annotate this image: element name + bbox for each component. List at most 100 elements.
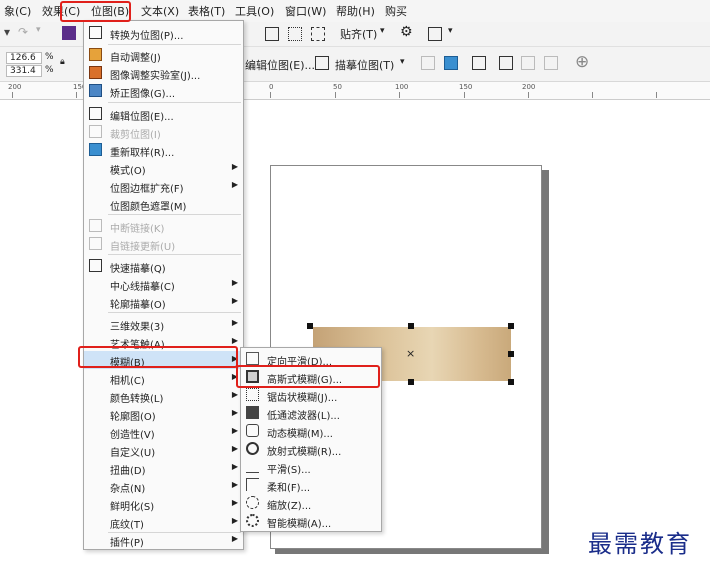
- menu-tools[interactable]: 工具(O): [235, 3, 274, 19]
- submenu-item-soften[interactable]: 柔和(F)...: [241, 476, 381, 494]
- update-link-icon[interactable]: [544, 56, 558, 70]
- menu-item-sharpen[interactable]: 鲜明化(S) ▶: [84, 495, 243, 513]
- menu-item-crop-bitmap[interactable]: 裁剪位图(I): [84, 123, 243, 141]
- menu-item-3d-effects[interactable]: 三维效果(3) ▶: [84, 315, 243, 333]
- break-link-icon: [89, 219, 102, 232]
- trace-dropdown-icon[interactable]: ▾: [400, 57, 405, 67]
- menu-item-straighten-image[interactable]: 矫正图像(G)...: [84, 82, 243, 100]
- menu-item-contour[interactable]: 轮廓图(O) ▶: [84, 405, 243, 423]
- import-icon[interactable]: [62, 26, 76, 40]
- bitmap-border-icon[interactable]: [472, 56, 486, 70]
- submenu-item-motion-blur[interactable]: 动态模糊(M)...: [241, 422, 381, 440]
- redo-icon[interactable]: ↷: [18, 25, 28, 39]
- submenu-arrow-icon: ▶: [231, 278, 238, 287]
- submenu-item-jaggy-despeckle[interactable]: 锯齿状模糊(J)...: [241, 386, 381, 404]
- selection-handle[interactable]: [508, 379, 514, 385]
- bitmap-color-mask-icon[interactable]: [499, 56, 513, 70]
- auto-adjust-icon: [89, 48, 102, 61]
- crop-bitmap-icon[interactable]: [421, 56, 435, 70]
- annotation-box-blur-item: [78, 346, 238, 368]
- submenu-arrow-icon: ▶: [231, 426, 238, 435]
- menu-item-auto-adjust[interactable]: 自动调整(J): [84, 46, 243, 64]
- submenu-arrow-icon: ▶: [231, 336, 238, 345]
- straighten-image-icon: [89, 84, 102, 97]
- menu-item-texture[interactable]: 底纹(T) ▶: [84, 513, 243, 531]
- snap-dropdown-icon[interactable]: ▾: [380, 26, 385, 36]
- selection-handle[interactable]: [307, 323, 313, 329]
- submenu-arrow-icon: ▶: [231, 444, 238, 453]
- menu-item-noise[interactable]: 杂点(N) ▶: [84, 477, 243, 495]
- menu-window[interactable]: 窗口(W): [285, 3, 326, 19]
- menu-item-plugins[interactable]: 插件(P) ▶: [84, 531, 243, 549]
- menu-item-camera[interactable]: 相机(C) ▶: [84, 369, 243, 387]
- menu-item-edit-bitmap[interactable]: 编辑位图(E)...: [84, 105, 243, 123]
- menu-item-color-transform[interactable]: 颜色转换(L) ▶: [84, 387, 243, 405]
- resample-icon[interactable]: [444, 56, 458, 70]
- scale-width-field[interactable]: 126.6: [6, 52, 42, 64]
- full-screen-preview-icon[interactable]: [265, 27, 279, 41]
- watermark: 最需教育: [588, 530, 692, 558]
- menu-item-update-link[interactable]: 自链接更新(U): [84, 235, 243, 253]
- selection-handle[interactable]: [408, 379, 414, 385]
- menu-separator: [108, 102, 241, 103]
- redo-dropdown-icon[interactable]: ▾: [36, 25, 41, 35]
- menu-table[interactable]: 表格(T): [188, 3, 225, 19]
- lock-ratio-icon[interactable]: 🔒︎: [60, 57, 65, 67]
- menu-item-custom[interactable]: 自定义(U) ▶: [84, 441, 243, 459]
- menu-item-quick-trace[interactable]: 快速描摹(Q): [84, 257, 243, 275]
- menu-help[interactable]: 帮助(H): [336, 3, 375, 19]
- menu-object[interactable]: 象(C): [4, 3, 31, 19]
- menu-item-bitmap-color-mask[interactable]: 位图颜色遮罩(M): [84, 195, 243, 213]
- break-link-icon[interactable]: [521, 56, 535, 70]
- convert-bitmap-icon: [89, 26, 102, 39]
- menu-item-convert-to-bitmap[interactable]: 转换为位图(P)...: [84, 24, 243, 42]
- smart-blur-icon: [246, 514, 259, 527]
- trace-bitmap-icon[interactable]: [315, 56, 329, 70]
- snap-to-button[interactable]: 贴齐(T): [340, 26, 377, 42]
- menu-item-outline-trace[interactable]: 轮廓描摹(O) ▶: [84, 293, 243, 311]
- scale-width-unit: %: [45, 52, 54, 62]
- menu-item-break-link[interactable]: 中断链接(K): [84, 217, 243, 235]
- ruler-tick: [12, 92, 13, 98]
- submenu-item-low-pass[interactable]: 低通滤波器(L)...: [241, 404, 381, 422]
- selection-handle[interactable]: [408, 323, 414, 329]
- show-grid-icon[interactable]: [288, 27, 302, 41]
- show-guides-icon[interactable]: [311, 27, 325, 41]
- options-gear-icon[interactable]: ⚙: [400, 24, 413, 40]
- ruler-label: 100: [395, 83, 409, 91]
- ruler-tick: [464, 92, 465, 98]
- undo-arrow-icon[interactable]: ▾: [4, 25, 10, 39]
- submenu-arrow-icon: ▶: [231, 296, 238, 305]
- ruler-tick: [656, 92, 657, 98]
- crop-bitmap-icon: [89, 125, 102, 138]
- add-icon[interactable]: ⊕: [575, 52, 589, 72]
- edit-bitmap-button[interactable]: 编辑位图(E)...: [245, 57, 315, 73]
- menu-item-centerline-trace[interactable]: 中心线描摹(C) ▶: [84, 275, 243, 293]
- menu-item-mode[interactable]: 模式(O) ▶: [84, 159, 243, 177]
- app-launcher-dropdown-icon[interactable]: ▾: [448, 26, 453, 36]
- scale-height-field[interactable]: 331.4: [6, 65, 42, 77]
- submenu-item-smooth[interactable]: 平滑(S)...: [241, 458, 381, 476]
- menu-text[interactable]: 文本(X): [141, 3, 179, 19]
- menu-item-image-adjustment-lab[interactable]: 图像调整实验室(J)...: [84, 64, 243, 82]
- menu-buy[interactable]: 购买: [385, 3, 407, 19]
- ruler-label: 50: [333, 83, 342, 91]
- app-launcher-icon[interactable]: [428, 27, 442, 41]
- update-link-icon: [89, 237, 102, 250]
- menu-item-inflate-bitmap[interactable]: 位图边框扩充(F) ▶: [84, 177, 243, 195]
- selection-handle[interactable]: [508, 351, 514, 357]
- submenu-item-zoom[interactable]: 缩放(Z)...: [241, 494, 381, 512]
- ruler-tick: [399, 92, 400, 98]
- submenu-item-smart-blur[interactable]: 智能模糊(A)...: [241, 512, 381, 530]
- zoom-blur-icon: [246, 496, 259, 509]
- selection-handle[interactable]: [508, 323, 514, 329]
- radial-blur-icon: [246, 442, 259, 455]
- submenu-arrow-icon: ▶: [231, 534, 238, 543]
- submenu-arrow-icon: ▶: [231, 498, 238, 507]
- trace-bitmap-button[interactable]: 描摹位图(T): [335, 57, 394, 73]
- menu-item-resample[interactable]: 重新取样(R)...: [84, 141, 243, 159]
- ruler-tick: [270, 92, 271, 98]
- submenu-item-radial-blur[interactable]: 放射式模糊(R)...: [241, 440, 381, 458]
- menu-item-creative[interactable]: 创造性(V) ▶: [84, 423, 243, 441]
- menu-item-distort[interactable]: 扭曲(D) ▶: [84, 459, 243, 477]
